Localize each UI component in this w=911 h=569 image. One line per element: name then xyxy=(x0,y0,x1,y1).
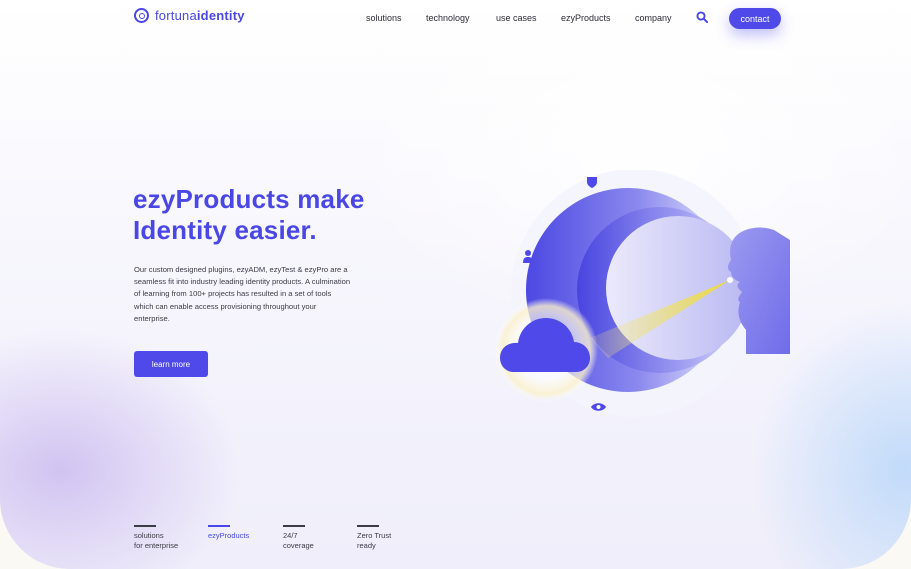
feature-label: solutions xyxy=(134,531,164,540)
feature-indicator xyxy=(283,525,305,527)
hero-description: Our custom designed plugins, ezyADM, ezy… xyxy=(134,265,351,323)
feature-solutions-enterprise[interactable]: solutions for enterprise xyxy=(134,525,178,550)
feature-sublabel: coverage xyxy=(283,540,314,550)
hero-illustration xyxy=(494,170,790,417)
nav-ezyproducts[interactable]: ezyProducts xyxy=(561,13,611,23)
logo-text-prefix: fortuna xyxy=(155,8,197,23)
nav-technology[interactable]: technology xyxy=(426,13,470,23)
feature-sublabel: ready xyxy=(357,540,376,550)
feature-indicator xyxy=(357,525,379,527)
hero-title-line-2: Identity easier. xyxy=(133,215,317,245)
learn-more-button[interactable]: learn more xyxy=(134,351,208,377)
search-icon[interactable] xyxy=(696,11,708,23)
logo-icon xyxy=(134,8,149,23)
site-header: fortunaidentity solutions technology use… xyxy=(0,0,911,38)
eye-dot xyxy=(727,277,733,283)
feature-indicator xyxy=(208,525,230,527)
feature-label: 24/7 xyxy=(283,531,298,540)
feature-24-7-coverage[interactable]: 24/7 coverage xyxy=(283,525,314,550)
feature-zero-trust[interactable]: Zero Trust ready xyxy=(357,525,391,550)
feature-sublabel: for enterprise xyxy=(134,540,179,550)
logo[interactable]: fortunaidentity xyxy=(134,8,245,23)
hero-title-line-1: ezyProducts make xyxy=(133,184,365,214)
nav-company[interactable]: company xyxy=(635,13,672,23)
feature-label: Zero Trust xyxy=(357,531,392,540)
nav-use-cases[interactable]: use cases xyxy=(496,13,537,23)
logo-text: fortunaidentity xyxy=(155,8,245,23)
page-background: fortunaidentity solutions technology use… xyxy=(0,0,911,569)
nav-solutions[interactable]: solutions xyxy=(366,13,402,23)
feature-label: ezyProducts xyxy=(208,531,250,540)
feature-indicator xyxy=(134,525,156,527)
hero-title: ezyProducts make Identity easier. xyxy=(133,184,365,246)
feature-ezyproducts[interactable]: ezyProducts xyxy=(208,525,249,541)
contact-button[interactable]: contact xyxy=(729,8,781,29)
logo-text-suffix: identity xyxy=(196,8,245,23)
